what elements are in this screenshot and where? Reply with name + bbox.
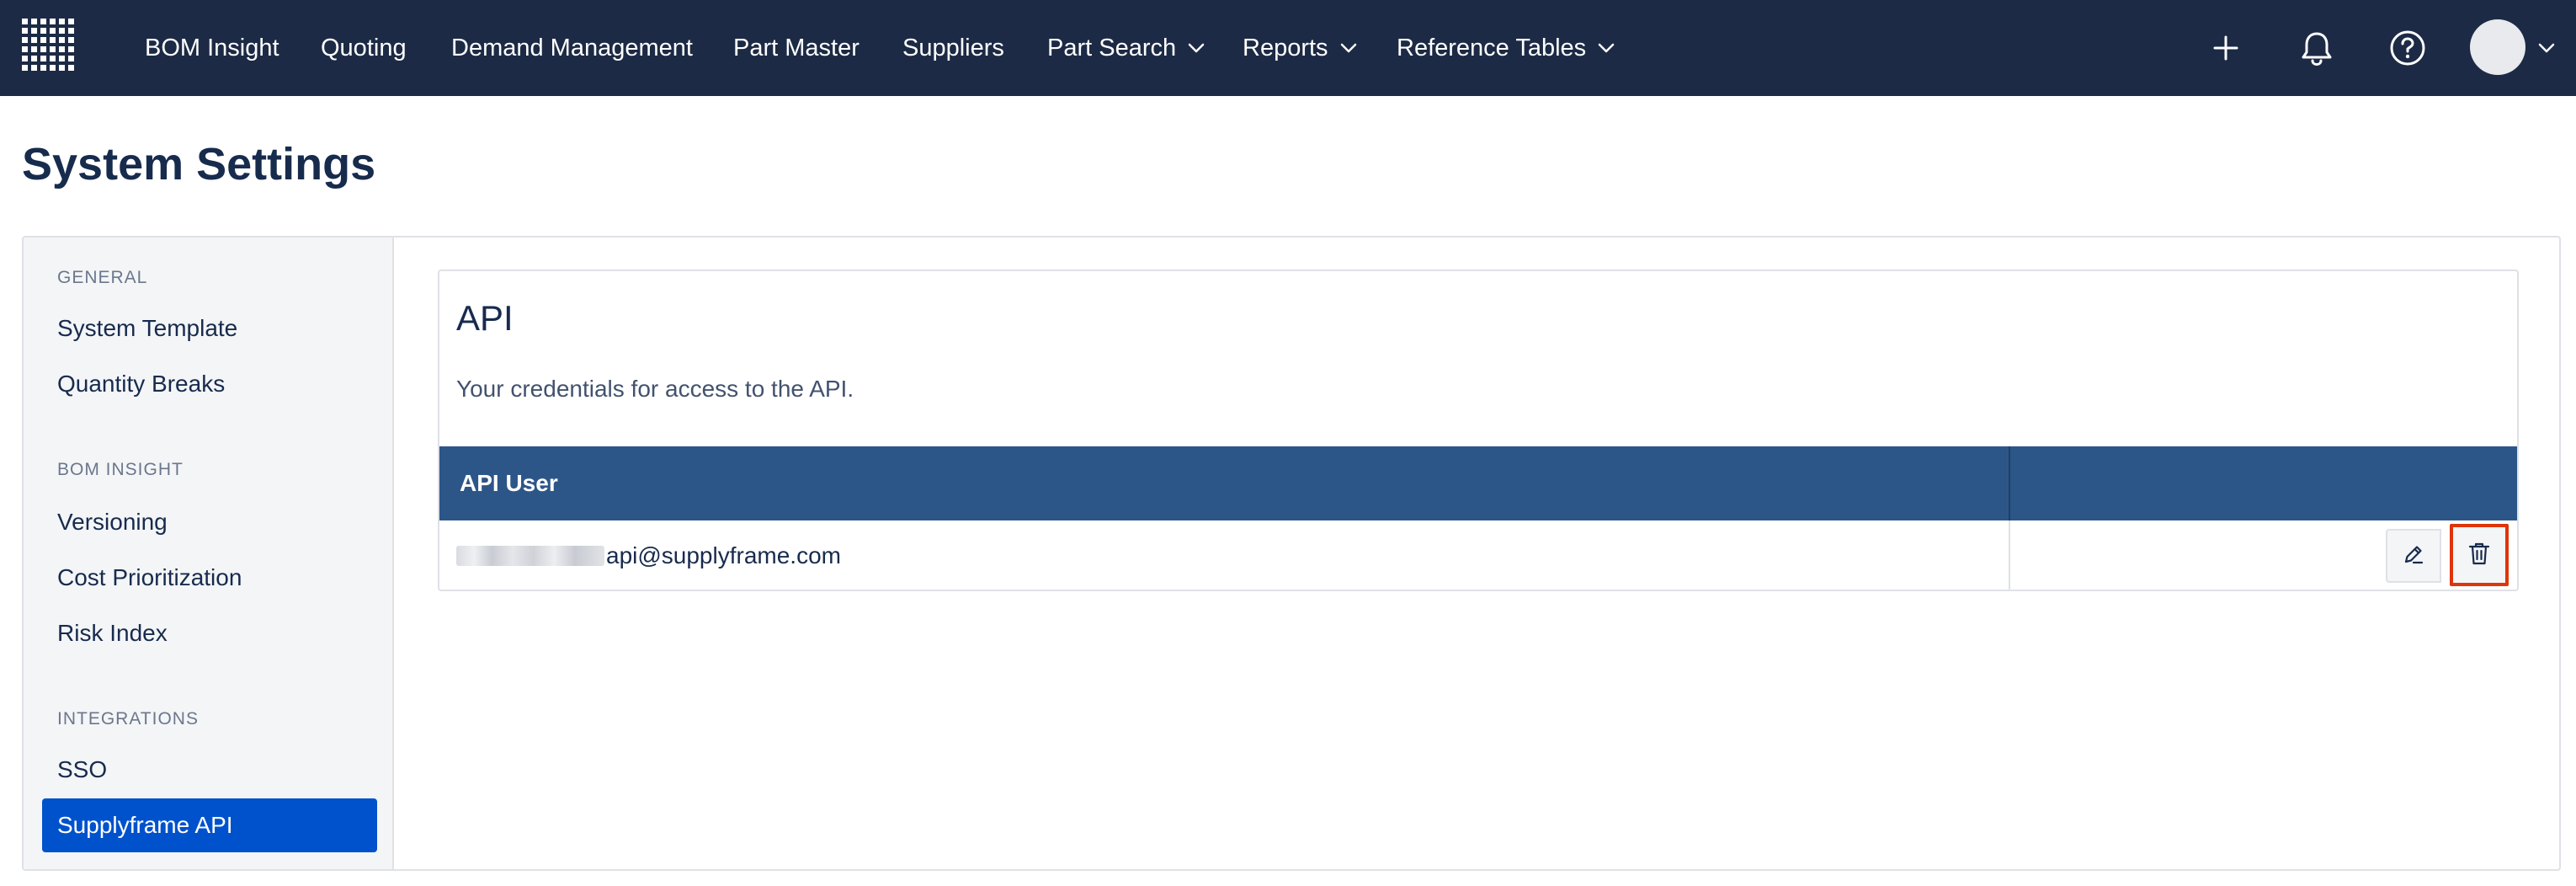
nav-label: BOM Insight	[145, 34, 279, 61]
api-user-email: api@supplyframe.com	[456, 520, 841, 590]
column-header-api-user: API User	[460, 470, 558, 496]
chevron-down-icon	[1340, 43, 1357, 53]
nav-label: Suppliers	[902, 34, 1004, 61]
app-logo-icon[interactable]	[20, 17, 77, 74]
sidebar-heading-bom-insight: BOM INSIGHT	[57, 460, 184, 479]
table-header: API User	[439, 446, 2517, 520]
settings-sidebar: GENERAL System Template Quantity Breaks …	[24, 238, 394, 869]
nav-label: Demand Management	[451, 34, 693, 61]
edit-button[interactable]	[2386, 529, 2441, 583]
nav-part-master[interactable]: Part Master	[733, 0, 860, 96]
avatar[interactable]	[2470, 19, 2525, 75]
delete-button[interactable]	[2450, 524, 2509, 586]
edit-icon	[2402, 542, 2425, 570]
page-title: System Settings	[22, 139, 376, 189]
nav-label: Part Search	[1047, 34, 1177, 61]
nav-reference-tables[interactable]: Reference Tables	[1397, 0, 1615, 96]
email-suffix: api@supplyframe.com	[606, 542, 841, 568]
nav-bom-insight[interactable]: BOM Insight	[145, 0, 279, 96]
card-description: Your credentials for access to the API.	[456, 376, 854, 402]
api-card: API Your credentials for access to the A…	[438, 270, 2519, 591]
settings-panel: GENERAL System Template Quantity Breaks …	[22, 236, 2561, 871]
help-icon[interactable]	[2379, 19, 2436, 77]
nav-label: Reports	[1243, 34, 1328, 61]
bell-icon[interactable]	[2288, 19, 2345, 77]
card-title: API	[456, 298, 514, 338]
nav-reports[interactable]: Reports	[1243, 0, 1357, 96]
sidebar-heading-integrations: INTEGRATIONS	[57, 709, 199, 729]
nav-label: Quoting	[321, 34, 407, 61]
sidebar-item-sso[interactable]: SSO	[42, 743, 377, 797]
nav-quoting[interactable]: Quoting	[321, 0, 407, 96]
nav-suppliers[interactable]: Suppliers	[902, 0, 1004, 96]
column-divider	[2009, 520, 2010, 590]
trash-icon	[2467, 541, 2491, 570]
sidebar-item-versioning[interactable]: Versioning	[42, 495, 377, 549]
sidebar-heading-general: GENERAL	[57, 268, 148, 287]
chevron-down-icon	[1188, 43, 1205, 53]
plus-icon[interactable]	[2197, 19, 2254, 77]
nav-part-search[interactable]: Part Search	[1047, 0, 1205, 96]
chevron-down-icon[interactable]	[2536, 37, 2557, 59]
sidebar-item-system-template[interactable]: System Template	[42, 302, 377, 355]
table-row: api@supplyframe.com	[439, 520, 2517, 590]
sidebar-item-quantity-breaks[interactable]: Quantity Breaks	[42, 357, 377, 411]
column-divider	[2009, 446, 2010, 520]
sidebar-item-risk-index[interactable]: Risk Index	[42, 606, 377, 660]
top-navigation-bar: BOM Insight Quoting Demand Management Pa…	[0, 0, 2576, 96]
nav-demand-management[interactable]: Demand Management	[451, 0, 693, 96]
sidebar-item-cost-prioritization[interactable]: Cost Prioritization	[42, 551, 377, 605]
chevron-down-icon	[1598, 43, 1615, 53]
nav-label: Reference Tables	[1397, 34, 1587, 61]
sidebar-item-supplyframe-api[interactable]: Supplyframe API	[42, 798, 377, 852]
redacted-email-prefix	[456, 546, 604, 566]
nav-label: Part Master	[733, 34, 860, 61]
